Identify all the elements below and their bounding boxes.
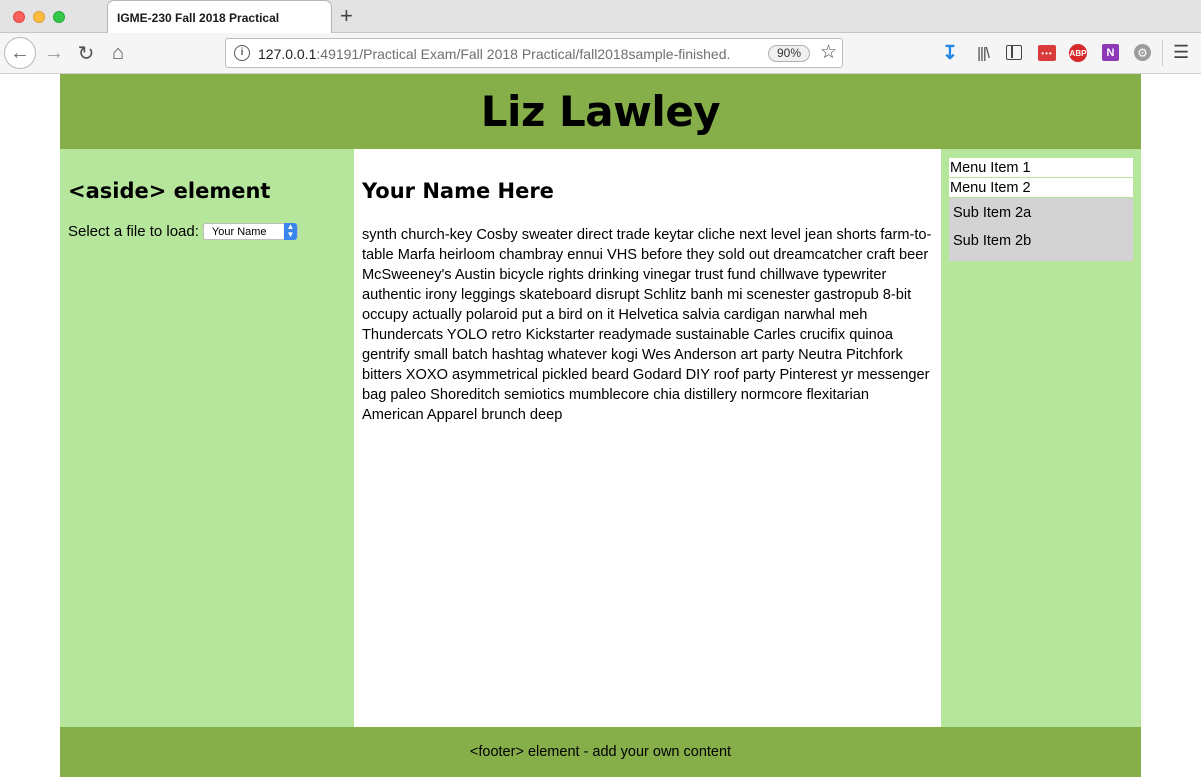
menu-item-2[interactable]: Menu Item 2 (949, 178, 1133, 198)
file-select[interactable]: Your Name ▲ ▼ (202, 223, 298, 240)
reload-icon[interactable]: ↻ (70, 37, 102, 69)
footer-text: <footer> element - add your own content (469, 744, 732, 760)
right-nav: Menu Item 1 Menu Item 2 Sub Item 2a Sub … (941, 149, 1141, 727)
toolbar-divider (1162, 40, 1163, 66)
menu-item-1[interactable]: Menu Item 1 (949, 158, 1133, 178)
minimize-window-button[interactable] (33, 11, 45, 23)
extension-icon[interactable]: ⚙ (1134, 44, 1151, 61)
left-aside: <aside> element Select a file to load: Y… (60, 149, 354, 727)
url-path: :49191/Practical Exam/Fall 2018 Practica… (316, 46, 730, 62)
forward-icon[interactable]: → (38, 37, 70, 69)
onenote-icon[interactable]: N (1102, 44, 1119, 61)
page-viewport: Liz Lawley <aside> element Select a file… (0, 74, 1201, 777)
page-title: Liz Lawley (480, 87, 721, 136)
tab-active[interactable]: IGME-230 Fall 2018 Practical (107, 0, 332, 34)
submenu: Sub Item 2a Sub Item 2b (949, 198, 1133, 261)
bookmark-star-icon[interactable]: ☆ (820, 41, 837, 64)
maximize-window-button[interactable] (53, 11, 65, 23)
zoom-level-badge[interactable]: 90% (768, 45, 810, 62)
library-icon[interactable]: |||\ (974, 43, 992, 63)
back-icon[interactable]: ← (4, 37, 36, 69)
browser-nav-bar: ← → ↻ ⌂ i 127.0.0.1:49191/Practical Exam… (0, 33, 1201, 74)
sidebar-icon[interactable] (1006, 45, 1022, 60)
file-loader: Select a file to load: Your Name ▲ ▼ (68, 223, 346, 240)
download-icon[interactable]: ↧ (941, 43, 959, 64)
info-icon[interactable]: i (234, 45, 250, 61)
url-bar[interactable]: i 127.0.0.1:49191/Practical Exam/Fall 20… (225, 38, 843, 68)
home-icon[interactable]: ⌂ (102, 37, 134, 69)
hamburger-menu-icon[interactable]: ☰ (1173, 42, 1189, 62)
file-select-value: Your Name (211, 225, 267, 238)
tab-title: IGME-230 Fall 2018 Practical (117, 11, 280, 25)
url-text[interactable]: 127.0.0.1:49191/Practical Exam/Fall 2018… (258, 46, 730, 62)
select-arrows-icon: ▲ ▼ (283, 223, 297, 240)
page-wrapper: Liz Lawley <aside> element Select a file… (60, 74, 1141, 777)
site-footer: <footer> element - add your own content (60, 727, 1141, 777)
sub-item-2b[interactable]: Sub Item 2b (949, 230, 1133, 258)
close-window-button[interactable] (13, 11, 25, 23)
main-heading: Your Name Here (362, 179, 554, 203)
pocket-icon[interactable]: ••• (1038, 45, 1056, 61)
new-tab-button[interactable]: + (340, 3, 353, 29)
site-header: Liz Lawley (60, 74, 1141, 149)
file-loader-label: Select a file to load: (68, 223, 199, 240)
main-content: Your Name Here synth church-key Cosby sw… (354, 149, 941, 727)
aside-heading: <aside> element (68, 179, 271, 203)
adblock-icon[interactable]: ABP (1069, 44, 1087, 62)
url-host: 127.0.0.1 (258, 46, 317, 62)
browser-tab-bar: IGME-230 Fall 2018 Practical + (0, 0, 1201, 34)
sub-item-2a[interactable]: Sub Item 2a (949, 202, 1133, 230)
main-paragraph: synth church-key Cosby sweater direct tr… (362, 227, 932, 423)
